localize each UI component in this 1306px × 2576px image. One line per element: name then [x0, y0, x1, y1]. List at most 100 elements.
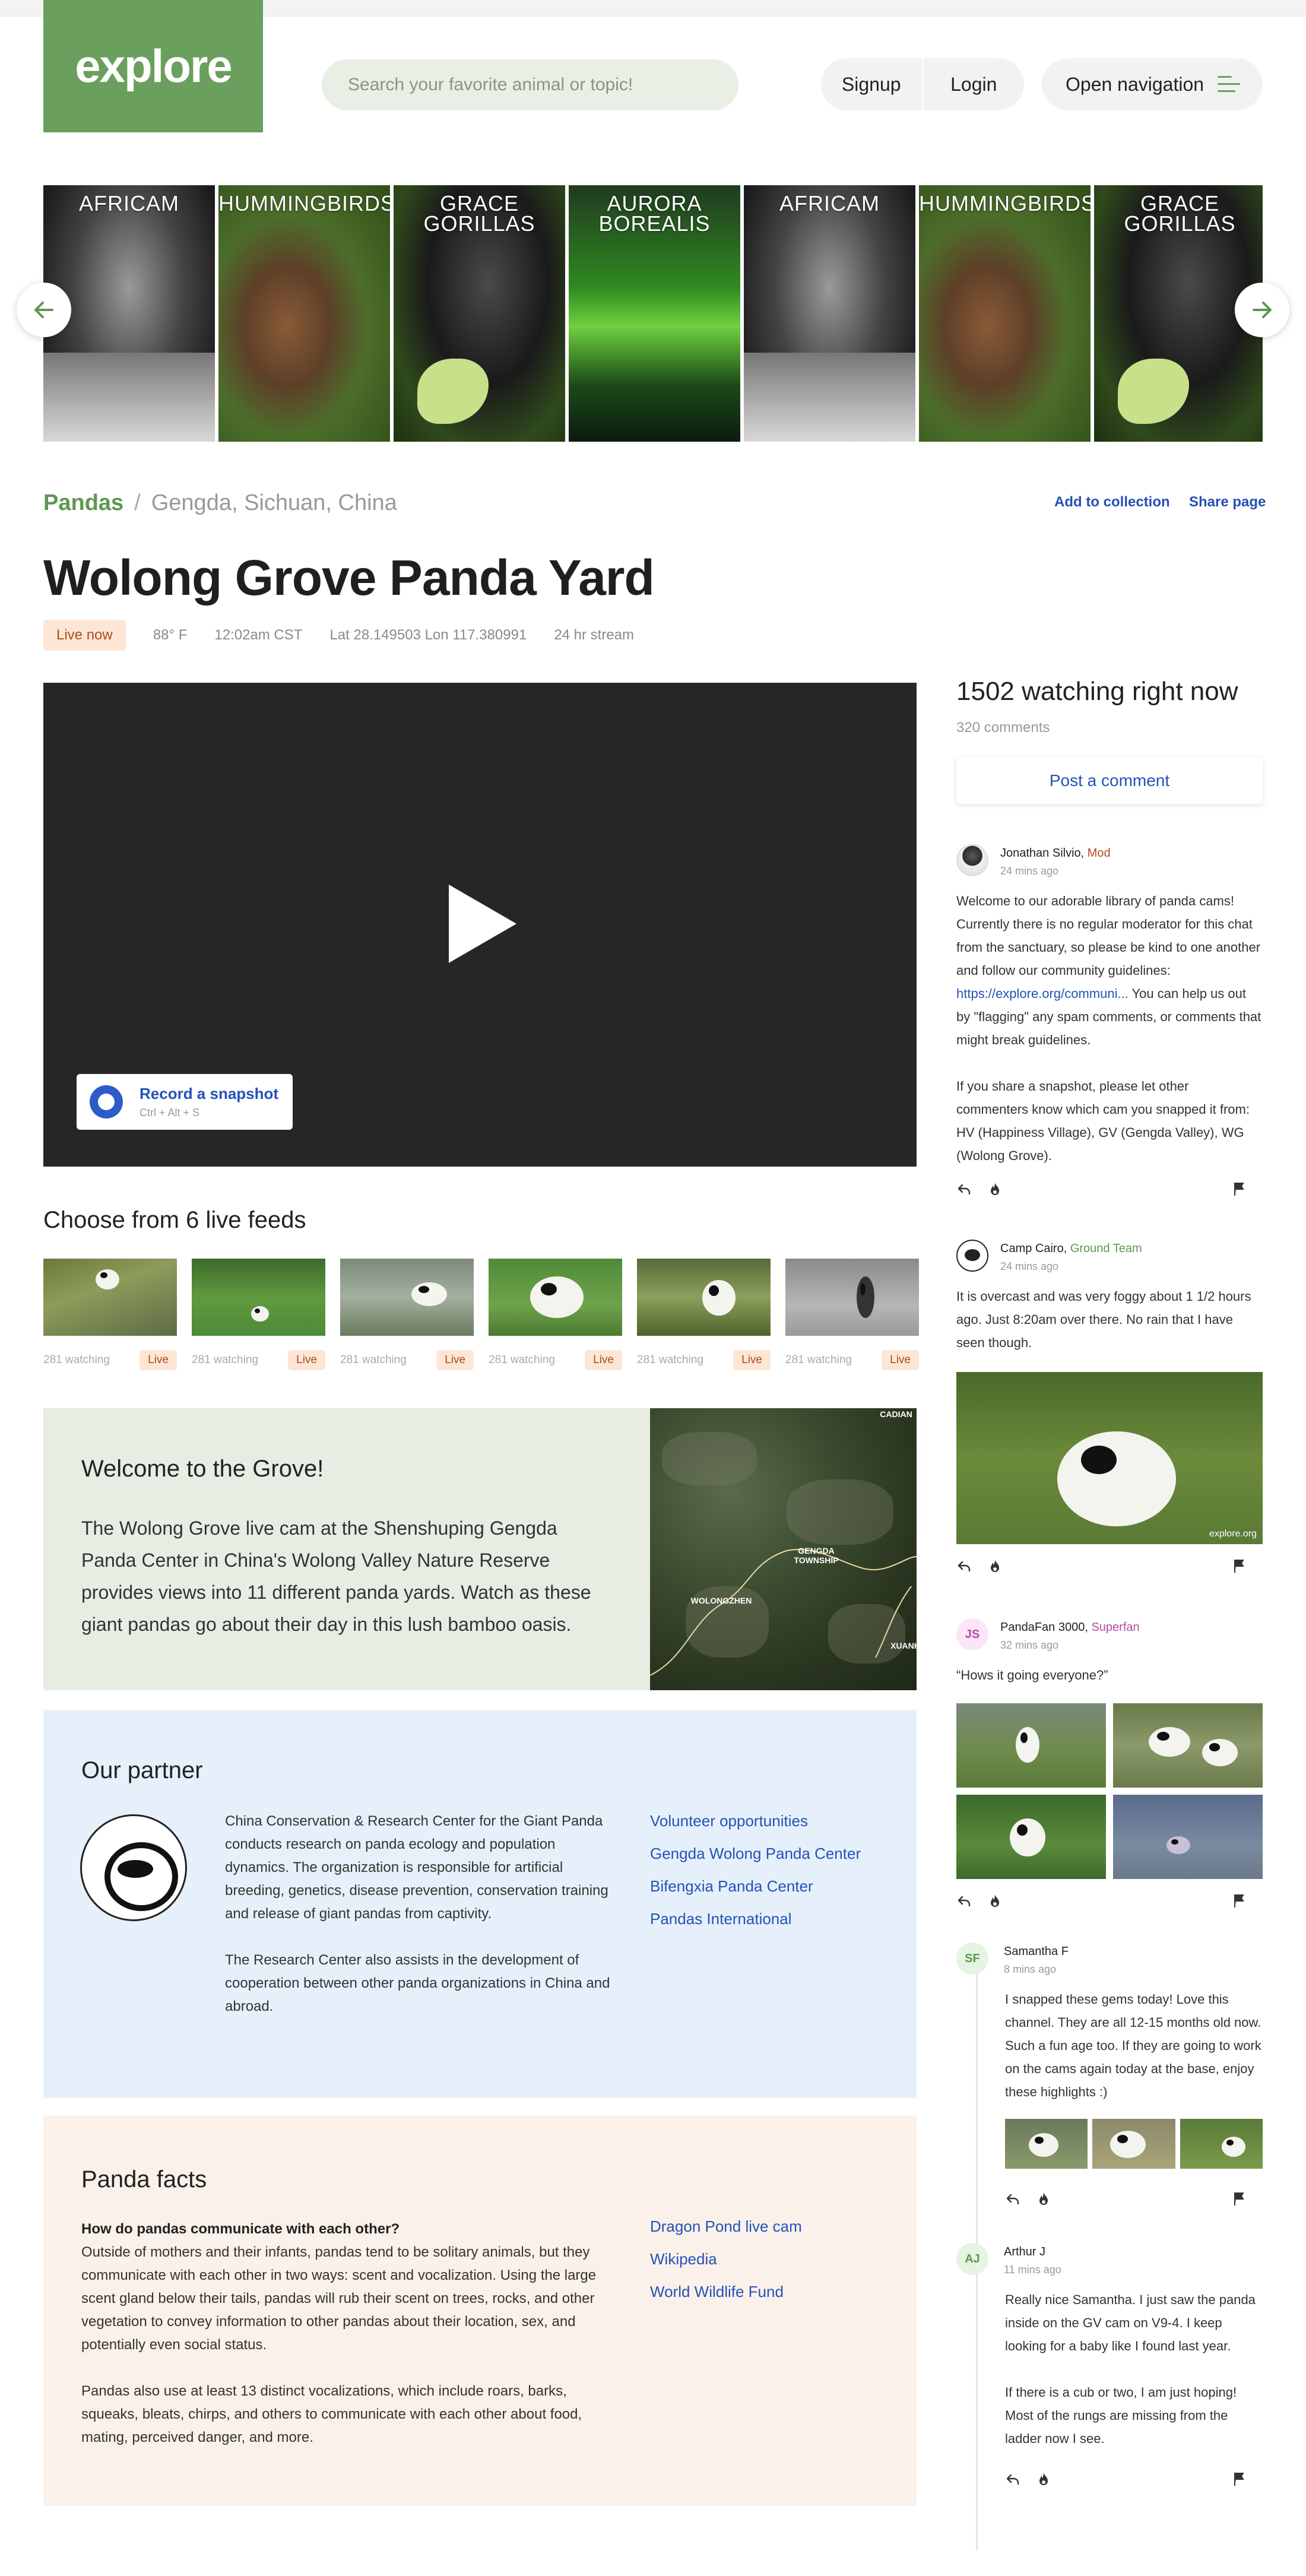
feed-thumbnail[interactable] [785, 1259, 919, 1336]
reply-icon[interactable] [1005, 2472, 1020, 2487]
guidelines-link[interactable]: https://explore.org/communi... [956, 986, 1129, 1001]
live-now-badge: Live now [43, 620, 126, 651]
feed-card[interactable]: 281 watching Live [340, 1259, 474, 1370]
record-snapshot-button[interactable]: Record a snapshot Ctrl + Alt + S [77, 1074, 293, 1130]
facts-link[interactable]: World Wildlife Fund [650, 2276, 802, 2308]
share-page-link[interactable]: Share page [1189, 494, 1266, 511]
facts-link[interactable]: Wikipedia [650, 2243, 802, 2276]
comment-image[interactable] [956, 1795, 1106, 1879]
partner-link[interactable]: Pandas International [650, 1903, 861, 1935]
feed-thumbnail[interactable] [489, 1259, 622, 1336]
carousel-tile[interactable]: HUMMINGBIRDS [218, 185, 390, 442]
partner-section: Our partner China Conservation & Researc… [43, 1710, 917, 2098]
partner-link[interactable]: Bifengxia Panda Center [650, 1870, 861, 1903]
avatar[interactable] [956, 1240, 988, 1272]
feed-watching: 281 watching [489, 1354, 555, 1366]
facts-links: Dragon Pond live cam Wikipedia World Wil… [650, 2210, 802, 2308]
facts-link[interactable]: Dragon Pond live cam [650, 2210, 802, 2243]
avatar[interactable]: SF [956, 1943, 988, 1975]
feed-card[interactable]: 281 watching Live [43, 1259, 177, 1370]
partner-heading: Our partner [81, 1757, 203, 1783]
reply-comment: AJ Arthur J 11 mins ago Really nice Sama… [956, 2243, 1263, 2488]
explore-logo[interactable]: explore [43, 0, 263, 132]
flag-icon[interactable] [1232, 1181, 1247, 1197]
reply-icon[interactable] [1005, 2191, 1020, 2207]
open-navigation-button[interactable]: Open navigation [1042, 58, 1263, 110]
fire-icon[interactable] [1036, 2472, 1051, 2487]
avatar[interactable]: AJ [956, 2243, 988, 2275]
feed-thumbnail[interactable] [43, 1259, 177, 1336]
stream-meta: Live now 88° F 12:02am CST Lat 28.149503… [43, 620, 634, 651]
play-icon[interactable] [449, 885, 516, 963]
comment: Jonathan Silvio, Mod 24 mins ago Welcome… [956, 844, 1263, 1198]
comment-image[interactable] [1180, 2119, 1263, 2169]
comment-image[interactable] [1092, 2119, 1175, 2169]
comment-text: Welcome to our adorable library of panda… [956, 893, 1261, 978]
add-to-collection-link[interactable]: Add to collection [1054, 494, 1170, 511]
video-player[interactable]: Record a snapshot Ctrl + Alt + S [43, 683, 917, 1167]
login-button[interactable]: Login [924, 58, 1025, 110]
flag-icon[interactable] [1232, 2191, 1247, 2207]
commenter-name[interactable]: Samantha F [1004, 1945, 1069, 1959]
comment-time: 8 mins ago [1004, 1963, 1057, 1975]
search-input[interactable] [322, 59, 738, 110]
comment-image[interactable] [1005, 2119, 1088, 2169]
comment-actions [956, 1180, 1263, 1198]
commenter-role: Superfan [1091, 1621, 1140, 1634]
comment-image[interactable] [1113, 1703, 1263, 1788]
facts-text: How do pandas communicate with each othe… [81, 2217, 604, 2449]
fire-icon[interactable] [987, 1558, 1003, 1574]
feed-card[interactable]: 281 watching Live [637, 1259, 771, 1370]
commenter-name[interactable]: Jonathan Silvio, [1000, 847, 1084, 860]
breadcrumb-location: Gengda, Sichuan, China [151, 490, 397, 515]
auth-group: Signup Login [821, 58, 1024, 110]
feed-card[interactable]: 281 watching Live [785, 1259, 919, 1370]
carousel-tile[interactable]: AURORA BOREALIS [569, 185, 740, 442]
breadcrumb-category[interactable]: Pandas [43, 490, 123, 516]
partner-links: Volunteer opportunities Gengda Wolong Pa… [650, 1805, 861, 1935]
partner-link[interactable]: Volunteer opportunities [650, 1805, 861, 1837]
feed-thumbnail[interactable] [340, 1259, 474, 1336]
commenter-name[interactable]: Arthur J [1004, 2245, 1061, 2259]
fire-icon[interactable] [987, 1893, 1003, 1909]
comment-time: 24 mins ago [1000, 1260, 1059, 1272]
temperature: 88° F [153, 627, 188, 643]
comment-image[interactable] [956, 1703, 1106, 1788]
commenter-name[interactable]: Camp Cairo, [1000, 1242, 1067, 1255]
fire-icon[interactable] [1036, 2191, 1051, 2207]
flag-icon[interactable] [1232, 1893, 1247, 1909]
feed-thumbnail[interactable] [637, 1259, 771, 1336]
comment-time: 32 mins ago [1000, 1639, 1059, 1651]
avatar[interactable] [956, 844, 988, 876]
stream-duration: 24 hr stream [554, 627, 635, 643]
fire-icon[interactable] [987, 1181, 1003, 1197]
feed-card[interactable]: 281 watching Live [489, 1259, 622, 1370]
avatar[interactable]: JS [956, 1618, 988, 1650]
carousel-tile[interactable]: AFRICAM [744, 185, 915, 442]
feed-thumbnail[interactable] [192, 1259, 325, 1336]
location-map[interactable]: GENGDA TOWNSHIP WOLONGZHEN XUANK CADIAN [650, 1408, 917, 1690]
reply-icon[interactable] [956, 1893, 972, 1909]
carousel-next-button[interactable] [1235, 283, 1289, 337]
open-navigation-label: Open navigation [1066, 73, 1204, 95]
tile-label: HUMMINGBIRDS [218, 191, 390, 216]
partner-link[interactable]: Gengda Wolong Panda Center [650, 1837, 861, 1870]
comment-time: 11 mins ago [1004, 2264, 1061, 2276]
carousel-tile[interactable]: HUMMINGBIRDS [919, 185, 1091, 442]
reply-icon[interactable] [956, 1558, 972, 1574]
feed-watching: 281 watching [192, 1354, 258, 1366]
commenter-name[interactable]: PandaFan 3000, [1000, 1621, 1088, 1634]
carousel-tile[interactable]: GRACE GORILLAS [394, 185, 565, 442]
partner-paragraph: China Conservation & Research Center for… [225, 1813, 608, 1922]
comment-snapshot-image[interactable]: explore.org [956, 1372, 1263, 1544]
comment-image[interactable] [1113, 1795, 1263, 1879]
tile-label: GRACE GORILLAS [423, 191, 535, 236]
feed-card[interactable]: 281 watching Live [192, 1259, 325, 1370]
signup-button[interactable]: Signup [821, 58, 922, 110]
welcome-body: The Wolong Grove live cam at the Shenshu… [81, 1517, 591, 1635]
reply-icon[interactable] [956, 1181, 972, 1197]
carousel-prev-button[interactable] [17, 283, 71, 337]
flag-icon[interactable] [1232, 1558, 1247, 1574]
post-comment-button[interactable]: Post a comment [956, 758, 1263, 804]
flag-icon[interactable] [1232, 2472, 1247, 2487]
